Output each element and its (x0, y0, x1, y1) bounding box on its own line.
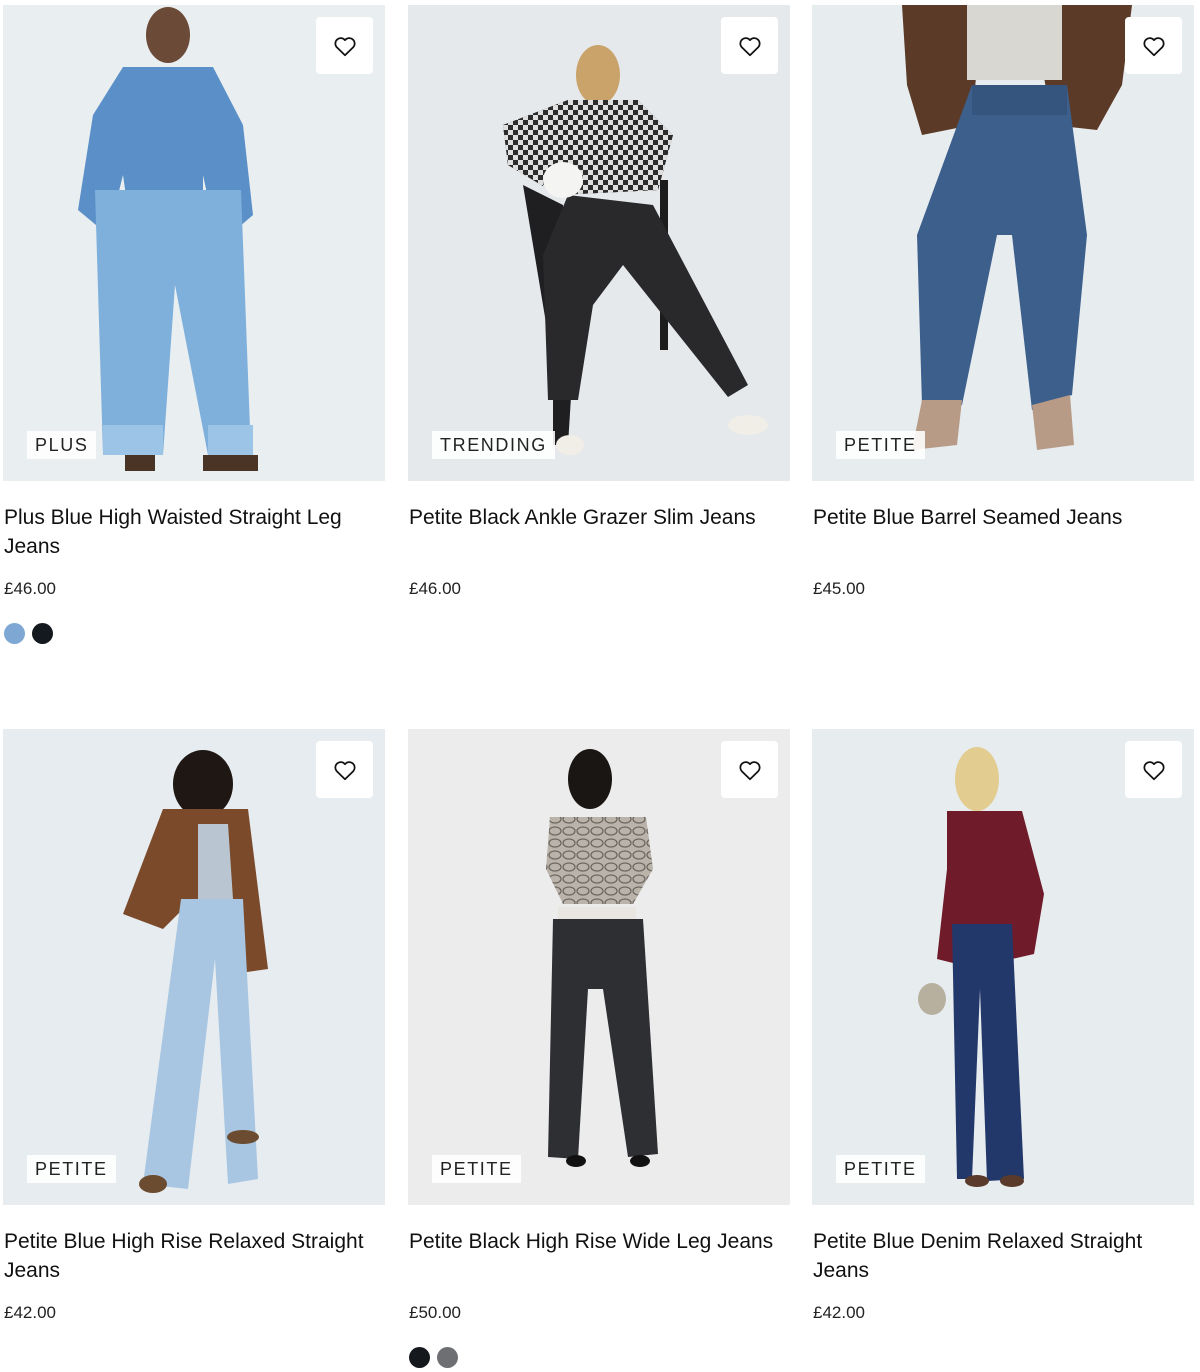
product-card[interactable]: PETITE Petite Black High Rise Wide Leg J… (408, 729, 790, 1368)
heart-outline-icon (738, 760, 761, 780)
swatch-black[interactable] (409, 1347, 430, 1368)
wishlist-button[interactable] (316, 17, 373, 74)
product-price: £42.00 (813, 1303, 865, 1322)
product-card[interactable]: PLUS Plus Blue High Waisted Straight Leg… (3, 5, 385, 644)
product-card[interactable]: PETITE Petite Blue High Rise Relaxed Str… (3, 729, 385, 1322)
wishlist-button[interactable] (721, 741, 778, 798)
wishlist-button[interactable] (1125, 17, 1182, 74)
product-photo (3, 5, 385, 481)
product-card[interactable]: TRENDING Petite Black Ankle Grazer Slim … (408, 5, 790, 598)
heart-outline-icon (1142, 760, 1165, 780)
product-grid: PLUS Plus Blue High Waisted Straight Leg… (0, 0, 1200, 1372)
heart-outline-icon (333, 760, 356, 780)
product-photo (408, 5, 790, 481)
product-photo (3, 729, 385, 1205)
product-badge: PETITE (27, 1155, 116, 1183)
product-card[interactable]: PETITE Petite Blue Barrel Seamed Jeans £… (812, 5, 1194, 598)
product-image[interactable]: TRENDING (408, 5, 790, 481)
product-image[interactable]: PETITE (3, 729, 385, 1205)
product-photo (812, 729, 1194, 1205)
product-title[interactable]: Petite Blue Denim Relaxed Straight Jeans (812, 1227, 1192, 1285)
product-title[interactable]: Petite Blue Barrel Seamed Jeans (812, 503, 1192, 532)
wishlist-button[interactable] (316, 741, 373, 798)
product-image[interactable]: PETITE (812, 5, 1194, 481)
product-image[interactable]: PETITE (408, 729, 790, 1205)
heart-outline-icon (333, 36, 356, 56)
product-title[interactable]: Petite Black High Rise Wide Leg Jeans (408, 1227, 788, 1256)
heart-outline-icon (1142, 36, 1165, 56)
color-swatches (4, 623, 53, 644)
product-price: £42.00 (4, 1303, 56, 1322)
product-price: £46.00 (409, 579, 461, 598)
swatch-light-blue[interactable] (4, 623, 25, 644)
product-photo (408, 729, 790, 1205)
product-card[interactable]: PETITE Petite Blue Denim Relaxed Straigh… (812, 729, 1194, 1322)
product-badge: TRENDING (432, 431, 555, 459)
product-title[interactable]: Petite Blue High Rise Relaxed Straight J… (3, 1227, 383, 1285)
product-price: £45.00 (813, 579, 865, 598)
product-title[interactable]: Petite Black Ankle Grazer Slim Jeans (408, 503, 788, 532)
swatch-grey[interactable] (437, 1347, 458, 1368)
product-image[interactable]: PLUS (3, 5, 385, 481)
product-badge: PETITE (432, 1155, 521, 1183)
color-swatches (409, 1347, 458, 1368)
product-title[interactable]: Plus Blue High Waisted Straight Leg Jean… (3, 503, 383, 561)
product-badge: PLUS (27, 431, 97, 459)
product-image[interactable]: PETITE (812, 729, 1194, 1205)
product-price: £46.00 (4, 579, 56, 598)
product-badge: PETITE (836, 431, 925, 459)
product-photo (812, 5, 1194, 481)
swatch-black[interactable] (32, 623, 53, 644)
heart-outline-icon (738, 36, 761, 56)
product-price: £50.00 (409, 1303, 461, 1322)
wishlist-button[interactable] (721, 17, 778, 74)
wishlist-button[interactable] (1125, 741, 1182, 798)
product-badge: PETITE (836, 1155, 925, 1183)
